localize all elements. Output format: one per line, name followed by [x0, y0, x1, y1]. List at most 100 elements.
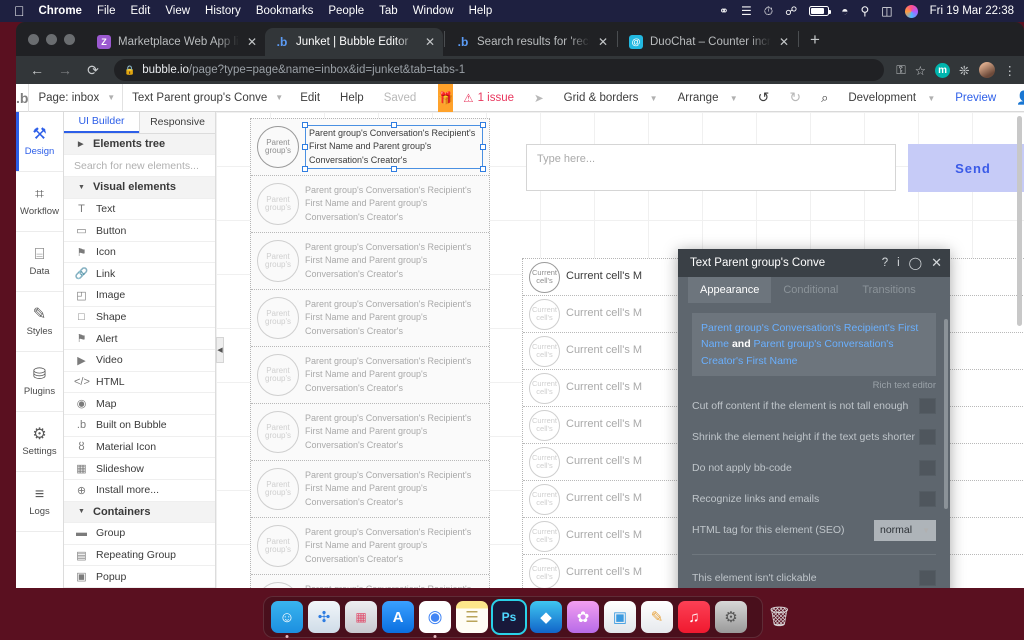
checkbox[interactable] [919, 570, 936, 587]
account-avatar-icon[interactable]: 👤 [1006, 90, 1024, 106]
resize-handle[interactable] [302, 143, 308, 150]
apple-menu-icon[interactable]:  [14, 4, 25, 18]
back-button[interactable]: ← [24, 57, 50, 83]
issue-indicator[interactable]: ⚠ 1 issue [453, 91, 524, 105]
resize-handle[interactable] [302, 165, 308, 172]
palette-item-built-on-bubble[interactable]: .b Built on Bubble [64, 415, 215, 437]
browser-tab-duochat[interactable]: @ DuoChat – Counter increment p ✕ [619, 28, 797, 56]
close-window-button[interactable] [28, 33, 39, 45]
wifi-icon[interactable]: ◓ [841, 4, 848, 18]
resize-handle[interactable] [391, 122, 397, 129]
tab-ui-builder[interactable]: UI Builder [64, 112, 139, 133]
seo-tag-select[interactable]: normal ▼ [874, 519, 936, 541]
dock-finder-icon[interactable]: ☺ [271, 601, 303, 633]
grid-borders-menu[interactable]: Grid & borders ▼ [554, 92, 668, 104]
new-tab-button[interactable]: + [800, 31, 830, 48]
tab-close-icon[interactable]: ✕ [778, 35, 790, 49]
browser-tab-marketplace[interactable]: Z Marketplace Web App like Airb ✕ [87, 28, 265, 56]
reload-button[interactable]: ⟳ [80, 57, 106, 83]
table-row[interactable]: Parent group'sParent group's Conversatio… [251, 290, 489, 347]
rail-item-data[interactable]: ⌸ Data [16, 232, 63, 292]
menu-tab[interactable]: Tab [379, 5, 398, 17]
table-row[interactable]: Parent group's Parent group's Conversati… [251, 119, 489, 176]
info-circle-icon[interactable]: i [897, 257, 900, 269]
resize-handle[interactable] [302, 122, 308, 129]
table-row[interactable]: Parent group'sParent group's Conversatio… [251, 233, 489, 290]
edit-menu-button[interactable]: Edit [290, 92, 330, 104]
dock-affinity-designer-icon[interactable]: ◆ [530, 601, 562, 633]
dock-notes-icon[interactable]: ☰ [456, 601, 488, 633]
elements-tree-header[interactable]: ▶ Elements tree [64, 133, 215, 156]
dock-affinity-photo-icon[interactable]: ✿ [567, 601, 599, 633]
option-recognize-links[interactable]: Recognize links and emails [692, 484, 936, 515]
send-button[interactable]: Send [908, 144, 1024, 192]
option-no-bbcode[interactable]: Do not apply bb-code [692, 453, 936, 484]
gift-icon[interactable]: 🎁 [438, 84, 454, 112]
message-input[interactable]: Type here... [526, 144, 896, 191]
page-selector[interactable]: Page: inbox ▼ [28, 84, 122, 112]
checkbox[interactable] [919, 398, 936, 415]
checkbox[interactable] [919, 429, 936, 446]
palette-item-slideshow[interactable]: ▦ Slideshow [64, 458, 215, 480]
screen-share-icon[interactable]: ⚭ [719, 4, 729, 18]
time-machine-icon[interactable]: ⏱ [764, 4, 773, 19]
palette-item-group[interactable]: ▬ Group [64, 523, 215, 545]
palette-item-shape[interactable]: □ Shape [64, 307, 215, 329]
resize-handle[interactable] [480, 143, 486, 150]
palette-item-alert[interactable]: ⚑ Alert [64, 328, 215, 351]
dock-system-preferences-icon[interactable]: ⚙ [715, 601, 747, 633]
preview-button[interactable]: Preview [945, 92, 1006, 104]
palette-item-install-more[interactable]: ⊕ Install more... [64, 480, 215, 502]
option-shrink-height[interactable]: Shrink the element height if the text ge… [692, 422, 936, 453]
tab-close-icon[interactable]: ✕ [597, 35, 609, 49]
dynamic-expression-field[interactable]: Parent group's Conversation's Recipient'… [692, 313, 936, 376]
table-row[interactable]: Parent group'sParent group's Conversatio… [251, 176, 489, 233]
help-circle-icon[interactable]: ? [882, 257, 888, 269]
redo-icon[interactable]: ↻ [779, 89, 811, 106]
palette-item-map[interactable]: ◉ Map [64, 393, 215, 415]
option-cut-off-content[interactable]: Cut off content if the element is not ta… [692, 391, 936, 422]
rail-item-design[interactable]: ⚒ Design [16, 112, 63, 172]
checkbox[interactable] [919, 491, 936, 508]
property-editor-scrollbar[interactable] [944, 319, 948, 509]
visual-elements-header[interactable]: ▼ Visual elements [64, 176, 215, 199]
puzzle-extensions-icon[interactable]: ❊ [959, 63, 969, 78]
control-center-icon[interactable]: ◫ [881, 4, 892, 18]
dock-photoshop-icon[interactable]: Ps [491, 599, 527, 635]
menu-window[interactable]: Window [413, 5, 454, 17]
help-menu-button[interactable]: Help [330, 92, 374, 104]
undo-icon[interactable]: ↺ [748, 89, 780, 106]
kebab-menu-icon[interactable]: ⋮ [1004, 63, 1017, 78]
menu-history[interactable]: History [205, 5, 241, 17]
table-row[interactable]: Parent group'sParent group's Conversatio… [251, 461, 489, 518]
extension-m-icon[interactable]: m [935, 62, 951, 78]
property-editor[interactable]: Text Parent group's Conve ? i ◯ ✕ Appear… [678, 249, 950, 588]
rail-item-plugins[interactable]: ⛁ Plugins [16, 352, 63, 412]
dock-keynote-icon[interactable]: ▣ [604, 601, 636, 633]
address-bar[interactable]: 🔒 bubble.io/page?type=page&name=inbox&id… [114, 59, 885, 81]
key-icon[interactable]: ⚿ [896, 63, 906, 78]
resize-handle[interactable] [391, 165, 397, 172]
palette-item-icon[interactable]: ⚑ Icon [64, 242, 215, 264]
resize-handle[interactable] [480, 122, 486, 129]
bluetooth-icon[interactable]: ☍ [785, 4, 797, 18]
table-row[interactable]: Parent group'sParent group's Conversatio… [251, 518, 489, 575]
menu-people[interactable]: People [328, 5, 364, 17]
profile-avatar[interactable] [978, 62, 995, 78]
menubar-clock[interactable]: Fri 19 Mar 22:38 [930, 5, 1014, 17]
option-seo-tag[interactable]: HTML tag for this element (SEO) normal ▼ [692, 515, 936, 546]
table-row[interactable]: Parent group'sParent group's Conversatio… [251, 404, 489, 461]
rail-item-workflow[interactable]: ⌗ Workflow [16, 172, 63, 232]
rail-item-logs[interactable]: ≡ Logs [16, 472, 63, 532]
dock-launchpad-icon[interactable]: ▦ [345, 601, 377, 633]
dock-trash-icon[interactable]: 🗑 [763, 601, 795, 633]
property-editor-header[interactable]: Text Parent group's Conve ? i ◯ ✕ [678, 249, 950, 277]
bookmark-star-icon[interactable]: ☆ [915, 63, 926, 78]
palette-item-popup[interactable]: ▣ Popup [64, 566, 215, 588]
panel-collapse-handle[interactable]: ◀ [216, 337, 224, 363]
palette-item-material-icon[interactable]: ȣ Material Icon [64, 437, 215, 459]
version-menu[interactable]: Development ▼ [838, 92, 945, 104]
resize-handle[interactable] [480, 165, 486, 172]
palette-item-video[interactable]: ▶ Video [64, 350, 215, 372]
palette-item-html[interactable]: </> HTML [64, 372, 215, 394]
